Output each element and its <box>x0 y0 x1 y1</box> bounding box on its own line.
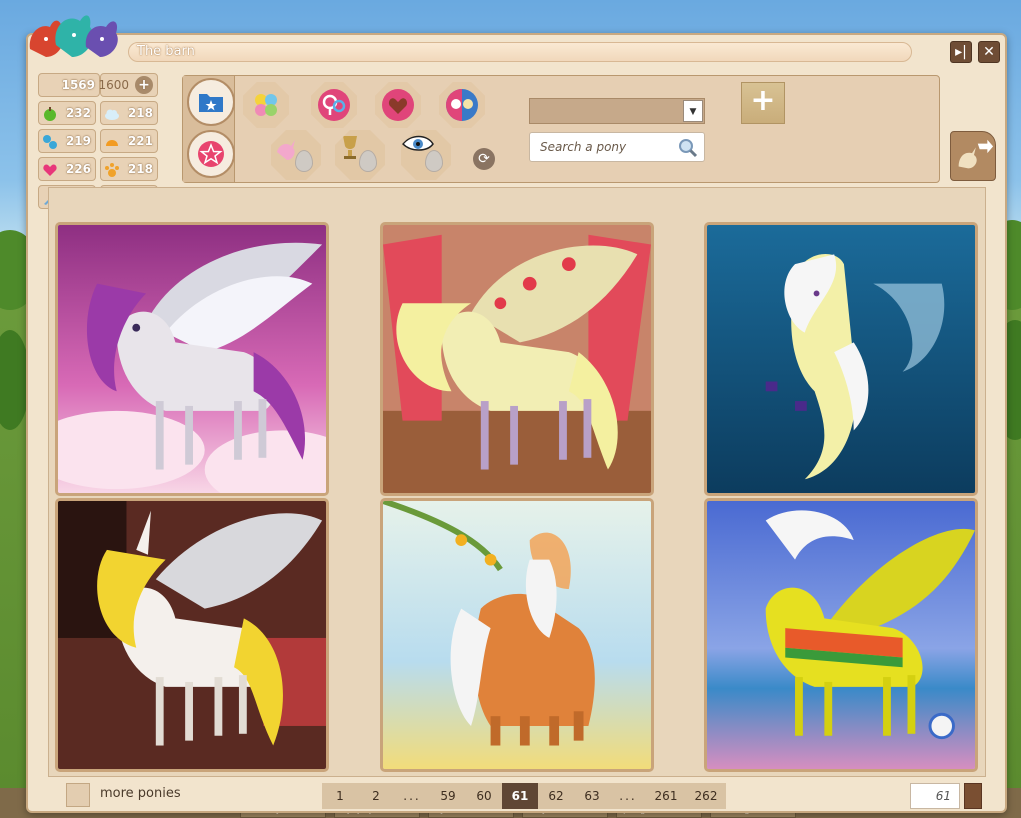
stat-food: 221 <box>100 129 158 153</box>
page-60[interactable]: 60 <box>466 783 502 809</box>
favorites-button[interactable] <box>187 130 235 178</box>
heart-icon <box>43 164 57 176</box>
pony-folder-arrow-icon <box>958 139 994 169</box>
page-62[interactable]: 62 <box>538 783 574 809</box>
filter-love[interactable] <box>375 82 421 128</box>
filter-panel: ⟳ ▼ Search a pony + <box>182 75 940 183</box>
filter-couple[interactable] <box>439 82 485 128</box>
barn-window: The barn ▸| ✕ 1569 1600 + 232 218 219 22… <box>26 15 1007 813</box>
colorful-flowers-icon <box>255 94 277 116</box>
stat-health: 219 <box>38 129 96 153</box>
pony-portrait <box>58 501 326 769</box>
stat-morale: 226 <box>38 157 96 181</box>
pony-portrait <box>707 501 975 769</box>
breed-select[interactable]: ▼ <box>529 98 705 124</box>
page-ellipsis: ... <box>394 783 430 809</box>
drop-icon <box>295 150 313 172</box>
panel-toggle-icon: ▸| <box>955 44 967 60</box>
pony-heads-logo-icon <box>29 15 118 57</box>
page-ellipsis: ... <box>610 783 646 809</box>
filter-gender-mixed[interactable] <box>311 82 357 128</box>
more-ponies-label: more ponies <box>100 786 181 801</box>
page-61-current[interactable]: 61 <box>502 783 538 809</box>
gender-symbols-icon <box>318 89 350 121</box>
close-icon: ✕ <box>983 44 995 60</box>
search-pony-input[interactable]: Search a pony <box>529 132 705 162</box>
stat-health-value: 219 <box>65 134 91 148</box>
go-to-page-button[interactable] <box>964 783 982 809</box>
search-icon[interactable] <box>678 138 698 158</box>
page-2[interactable]: 2 <box>358 783 394 809</box>
stat-morale-value: 226 <box>65 162 91 176</box>
money-value: 1569 <box>61 78 95 92</box>
search-placeholder: Search a pony <box>540 140 627 154</box>
more-ponies-checkbox[interactable] <box>66 783 90 807</box>
add-filter-button[interactable]: + <box>741 82 785 124</box>
folder-view-button[interactable] <box>187 78 235 126</box>
add-money-icon[interactable]: + <box>135 76 153 94</box>
window-title: The barn <box>128 42 912 62</box>
page-261[interactable]: 261 <box>646 783 686 809</box>
pony-card[interactable] <box>704 498 978 772</box>
drop-icon <box>425 150 443 172</box>
pony-portrait <box>58 225 326 493</box>
stat-weather-value: 218 <box>127 106 153 120</box>
stat-weather: 218 <box>100 101 158 125</box>
filter-trophy[interactable] <box>335 130 385 180</box>
refresh-icon: ⟳ <box>478 151 490 167</box>
page-1[interactable]: 1 <box>322 783 358 809</box>
minimize-button[interactable]: ▸| <box>950 41 972 63</box>
drop-icon <box>359 150 377 172</box>
pony-portrait <box>383 501 651 769</box>
page-59[interactable]: 59 <box>430 783 466 809</box>
pony-couple-icon <box>446 89 478 121</box>
money-max-value: 1600 <box>98 78 129 92</box>
stat-paw-value: 218 <box>127 162 153 176</box>
filter-unicorn[interactable] <box>271 130 321 180</box>
chevron-down-icon: ▼ <box>683 100 703 122</box>
pony-card[interactable] <box>55 222 329 496</box>
money-stat: 1569 <box>38 73 100 97</box>
pony-card[interactable] <box>704 222 978 496</box>
hoof-icon <box>43 135 57 149</box>
stat-energy: 232 <box>38 101 96 125</box>
close-button[interactable]: ✕ <box>978 41 1000 63</box>
pink-star-icon <box>198 141 224 167</box>
paw-icon <box>105 163 119 177</box>
filter-eye[interactable] <box>401 130 451 180</box>
reset-filters-button[interactable]: ⟳ <box>473 148 495 170</box>
page-63[interactable]: 63 <box>574 783 610 809</box>
food-icon <box>106 140 118 146</box>
stat-energy-value: 232 <box>65 106 91 120</box>
page-262[interactable]: 262 <box>686 783 726 809</box>
move-pony-folder-button[interactable] <box>950 131 996 181</box>
stat-food-value: 221 <box>127 134 153 148</box>
heart-ring-icon <box>382 89 414 121</box>
apple-icon <box>44 107 56 121</box>
money-max-stat: 1600 + <box>98 73 158 97</box>
pony-card[interactable] <box>380 498 654 772</box>
pony-portrait <box>707 225 975 493</box>
blue-folder-star-icon <box>199 94 223 112</box>
cloud-icon <box>105 109 119 120</box>
page-number-input[interactable]: 61 <box>910 783 960 809</box>
filter-gender-all[interactable] <box>243 82 289 128</box>
stat-paw: 218 <box>100 157 158 181</box>
pony-card[interactable] <box>380 222 654 496</box>
plus-icon: + <box>750 83 776 118</box>
pony-grid <box>48 187 986 777</box>
pony-portrait <box>383 225 651 493</box>
pony-card[interactable] <box>55 498 329 772</box>
